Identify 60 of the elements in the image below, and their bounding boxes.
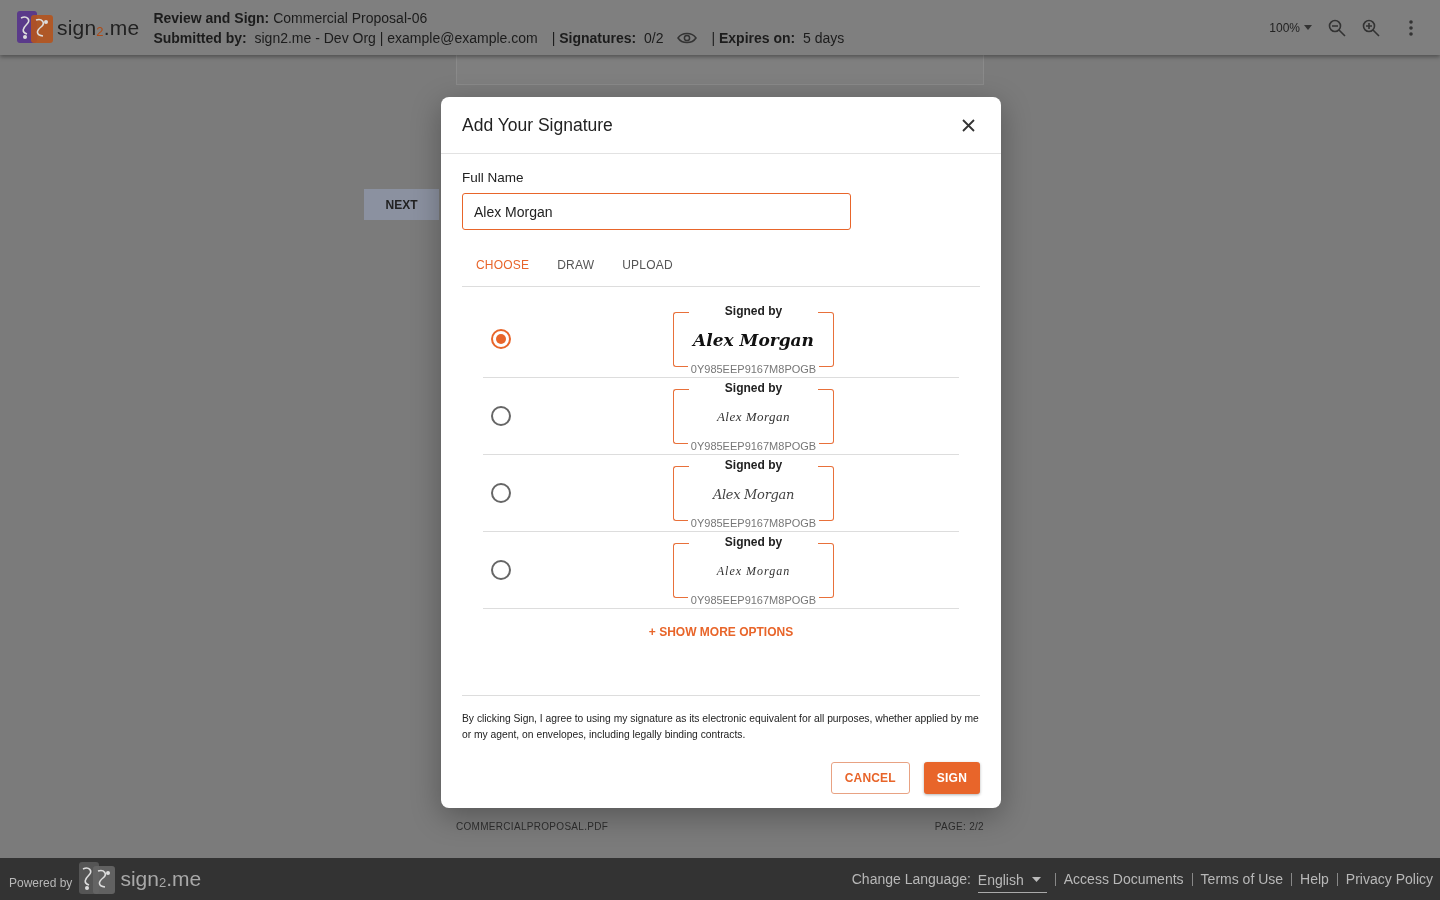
field-label: Full Name <box>462 170 525 185</box>
zoom-dropdown[interactable]: 100% <box>1269 20 1312 35</box>
signature-text: Alex Morgan <box>712 486 795 502</box>
radio-button[interactable] <box>491 560 511 580</box>
caret-icon <box>1304 25 1312 30</box>
signature-code: 0Y985EEP9167M8POGB <box>687 593 820 606</box>
signature-stamp[interactable]: Signed by Alex Morgan 0Y985EEP9167M8POGB <box>673 534 834 606</box>
signature-text: Alex Morgan <box>716 409 791 425</box>
page-number: PAGE: 2/2 <box>934 821 984 832</box>
close-icon[interactable] <box>962 118 975 132</box>
signature-stamp[interactable]: Signed by Alex Morgan 0Y985EEP9167M8POGB <box>673 303 834 375</box>
footer-link[interactable]: Privacy Policy <box>1336 872 1433 886</box>
radio-button[interactable] <box>491 406 511 426</box>
radio-button[interactable] <box>491 483 511 503</box>
language-dropdown[interactable]: English <box>977 869 1047 893</box>
header-detail: | Signatures: 0/2 <box>551 29 664 46</box>
signature-stamp[interactable]: Signed by Alex Morgan 0Y985EEP9167M8POGB <box>673 457 834 529</box>
file-name: COMMERCIALPROPOSAL.PDF <box>456 821 609 832</box>
zoom-out-icon[interactable] <box>1328 18 1346 37</box>
signature-stamp[interactable]: Signed by Alex Morgan 0Y985EEP9167M8POGB <box>673 380 834 452</box>
footer-logo-text: sign$_{2}$.me <box>120 867 202 891</box>
corner-bracket <box>673 388 689 444</box>
signature-code: 0Y985EEP9167M8POGB <box>687 362 820 375</box>
footer-logo-icon <box>78 861 117 897</box>
radio-button[interactable] <box>491 329 511 349</box>
footer-link[interactable]: Terms of Use <box>1191 872 1292 886</box>
corner-bracket <box>818 388 834 444</box>
signature-code: 0Y985EEP9167M8POGB <box>687 439 820 452</box>
signature-text: Alex Morgan <box>693 330 814 350</box>
eye-icon[interactable] <box>677 31 698 44</box>
corner-bracket <box>673 542 689 598</box>
language-label: Change Language: <box>851 871 971 887</box>
cancel-button[interactable]: CANCEL <box>830 762 910 794</box>
corner-bracket <box>673 465 689 521</box>
corner-bracket <box>673 311 689 367</box>
corner-bracket <box>818 465 834 521</box>
show-more-link[interactable]: + SHOW MORE OPTIONS <box>648 625 794 639</box>
sign-button[interactable]: SIGN <box>923 762 980 794</box>
more-icon[interactable] <box>1408 19 1414 36</box>
tab[interactable]: CHOOSE <box>462 254 544 276</box>
next-button[interactable]: NEXT <box>364 189 439 220</box>
tab[interactable]: DRAW <box>543 254 609 276</box>
logo-text: sign$_{2}$.me <box>57 15 140 40</box>
dialog-title: Add Your Signature <box>462 114 613 136</box>
corner-bracket <box>818 542 834 598</box>
powered-by-label: Powered by <box>9 876 73 890</box>
document-title: Review and Sign: Commercial Proposal-06 <box>153 9 429 26</box>
name-input[interactable]: Alex Morgan <box>462 193 851 230</box>
signature-code: 0Y985EEP9167M8POGB <box>687 516 820 529</box>
footer-link[interactable]: Access Documents <box>1054 872 1192 886</box>
tab[interactable]: UPLOAD <box>608 254 687 276</box>
signature-text: Alex Morgan <box>716 563 791 579</box>
zoom-in-icon[interactable] <box>1362 18 1380 37</box>
disclaimer-text: By clicking Sign, I agree to using my signature as its electronic equivalent for all purposes, whether applied by me or my agent, on envelopes, including legally binding contracts. <box>462 695 980 743</box>
footer-link[interactable]: Help <box>1291 872 1337 886</box>
header-detail: | Expires on: 5 days <box>711 29 845 46</box>
logo-icon <box>16 9 54 46</box>
header-detail: Submitted by: sign2.me - Dev Org | example@example.com <box>153 29 538 46</box>
caret-icon <box>1031 877 1041 882</box>
corner-bracket <box>818 311 834 367</box>
